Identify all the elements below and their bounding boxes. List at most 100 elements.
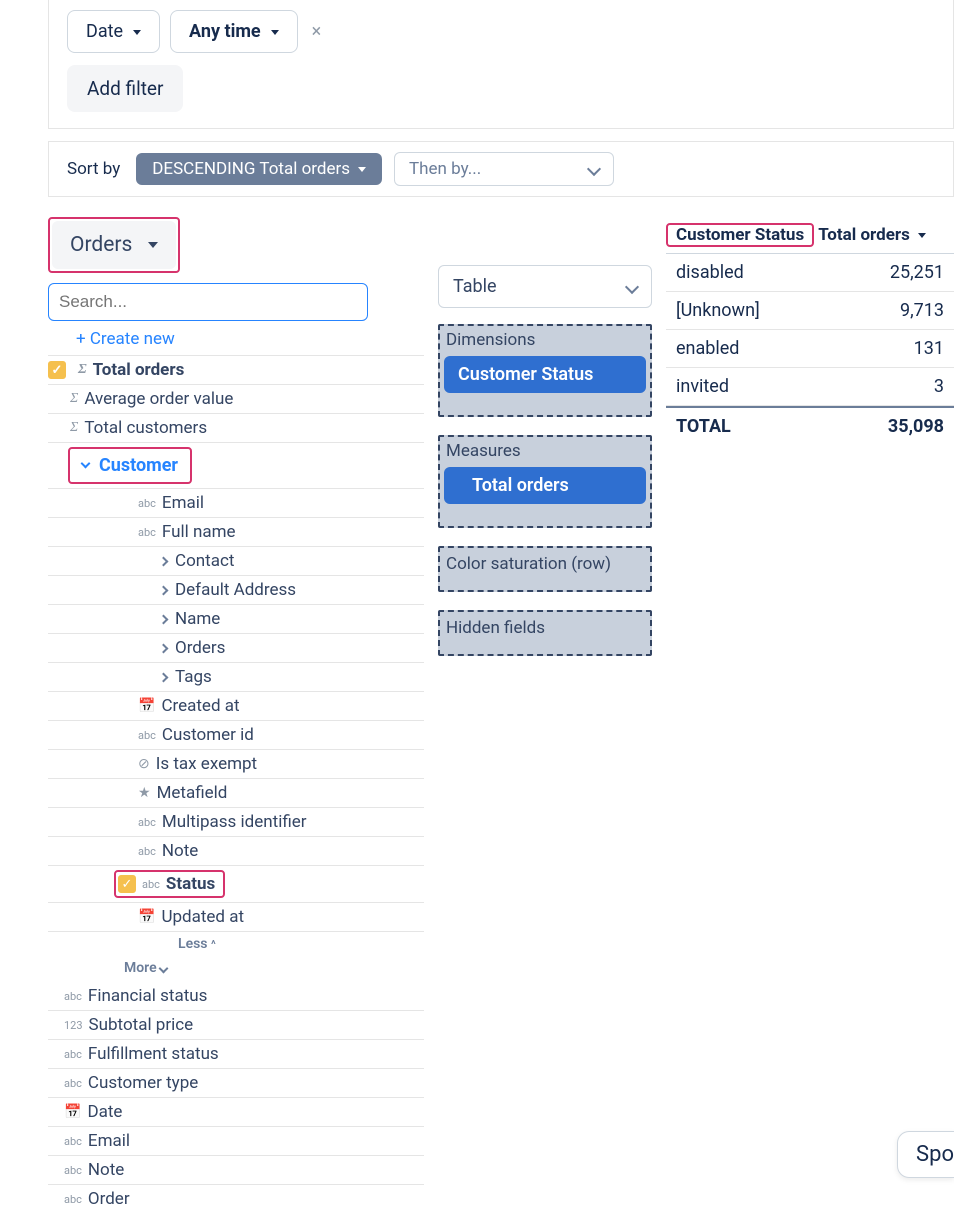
search-input[interactable] xyxy=(48,283,368,321)
field-row[interactable]: 📅 Date xyxy=(48,1098,424,1127)
chevron-right-icon xyxy=(159,672,169,682)
field-row[interactable]: 📅 Updated at xyxy=(48,903,424,932)
less-toggle[interactable]: Less ^ xyxy=(48,932,424,956)
color-dropzone[interactable]: Color saturation (row) xyxy=(438,546,652,592)
subgroup-row[interactable]: Default Address xyxy=(48,576,424,605)
field-label: Email xyxy=(88,1131,130,1151)
checkbox-icon[interactable]: ✓ xyxy=(118,875,136,893)
calendar-icon: 📅 xyxy=(138,909,155,925)
table-total-row: TOTAL 35,098 xyxy=(666,406,954,445)
sort-label: Sort by xyxy=(67,159,120,179)
sort-then-placeholder: Then by... xyxy=(409,159,481,179)
field-row[interactable]: abc Email xyxy=(48,1127,424,1156)
field-row[interactable]: abc Order xyxy=(48,1185,424,1213)
caret-down-icon xyxy=(142,233,158,257)
subgroup-label: Default Address xyxy=(175,580,296,600)
status-field-row[interactable]: ✓ abc Status xyxy=(48,866,424,903)
field-row[interactable]: abc Note xyxy=(48,837,424,866)
create-new-link[interactable]: + Create new xyxy=(48,321,424,355)
customer-section-row[interactable]: Customer xyxy=(48,443,424,489)
cell-value: 131 xyxy=(914,338,944,359)
config-column: Table Dimensions Customer Status Measure… xyxy=(438,217,652,1213)
customer-header[interactable]: Customer xyxy=(70,449,190,482)
caret-down-icon xyxy=(129,21,141,42)
field-label: Metafield xyxy=(157,783,228,803)
caret-down-icon xyxy=(267,21,279,42)
hidden-dropzone[interactable]: Hidden fields xyxy=(438,610,652,656)
data-source-button[interactable]: Orders xyxy=(52,221,176,269)
field-row[interactable]: Σ Total customers xyxy=(48,414,424,443)
filter-anytime-chip[interactable]: Any time xyxy=(170,10,298,53)
dropzone-title: Dimensions xyxy=(442,328,648,354)
field-label: Financial status xyxy=(88,986,207,1006)
results-header: Customer Status Total orders xyxy=(666,217,954,254)
sort-then-select[interactable]: Then by... xyxy=(394,152,614,186)
field-label: Note xyxy=(88,1160,124,1180)
field-row[interactable]: abc Customer id xyxy=(48,721,424,750)
field-row[interactable]: abc Fulfillment status xyxy=(48,1040,424,1069)
field-row[interactable]: abc Full name xyxy=(48,518,424,547)
dimensions-dropzone[interactable]: Dimensions Customer Status xyxy=(438,324,652,417)
total-value: 35,098 xyxy=(888,416,944,437)
field-row[interactable]: 123 Subtotal price xyxy=(48,1011,424,1040)
checkbox-icon[interactable]: ✓ xyxy=(48,361,66,379)
field-label: Average order value xyxy=(84,389,233,409)
chevron-right-icon xyxy=(159,614,169,624)
cell-key: [Unknown] xyxy=(676,300,760,321)
more-toggle[interactable]: More xyxy=(48,956,424,980)
sort-primary-pill[interactable]: DESCENDING Total orders xyxy=(136,153,382,185)
highlight-box: Customer Status xyxy=(666,223,814,247)
field-row[interactable]: Σ Average order value xyxy=(48,385,424,414)
filter-date-chip[interactable]: Date xyxy=(67,10,160,53)
table-row: invited 3 xyxy=(666,368,954,406)
field-row[interactable]: 📅 Created at xyxy=(48,692,424,721)
field-label: Email xyxy=(162,493,204,513)
text-type-icon: abc xyxy=(138,816,156,829)
subgroup-row[interactable]: Tags xyxy=(48,663,424,692)
floating-button[interactable]: Spo xyxy=(897,1131,954,1178)
subgroup-row[interactable]: Contact xyxy=(48,547,424,576)
field-row[interactable]: ✓ Σ Total orders xyxy=(48,356,424,385)
field-label: Updated at xyxy=(161,907,244,927)
remove-filter-icon[interactable]: × xyxy=(308,21,326,42)
filter-row: Date Any time × xyxy=(67,10,935,53)
column-header-total[interactable]: Total orders xyxy=(814,217,932,253)
table-row: enabled 131 xyxy=(666,330,954,368)
sigma-icon: Σ xyxy=(70,420,78,436)
sort-caret-icon xyxy=(914,225,926,245)
text-type-icon: abc xyxy=(64,1193,82,1206)
field-row[interactable]: ⊘ Is tax exempt xyxy=(48,750,424,779)
star-icon: ★ xyxy=(138,785,151,801)
field-row[interactable]: abc Financial status xyxy=(48,982,424,1011)
subgroup-label: Contact xyxy=(175,551,234,571)
field-row[interactable]: abc Customer type xyxy=(48,1069,424,1098)
visualization-select[interactable]: Table xyxy=(438,265,652,308)
dimension-pill[interactable]: Customer Status xyxy=(444,356,646,393)
subgroup-row[interactable]: Name xyxy=(48,605,424,634)
measures-list: ✓ Σ Total orders Σ Average order value Σ… xyxy=(48,355,424,1213)
field-row[interactable]: abc Note xyxy=(48,1156,424,1185)
field-label: Is tax exempt xyxy=(156,754,257,774)
measure-pill[interactable]: Total orders xyxy=(444,467,646,504)
highlight-box: Orders xyxy=(48,217,180,273)
caret-down-icon xyxy=(354,159,366,179)
field-row[interactable]: abc Multipass identifier xyxy=(48,808,424,837)
column-header-status[interactable]: Customer Status xyxy=(668,219,812,251)
add-filter-button[interactable]: Add filter xyxy=(67,65,183,112)
text-type-icon: abc xyxy=(64,1048,82,1061)
results-table: Customer Status Total orders disabled 25… xyxy=(666,217,954,1213)
cell-key: disabled xyxy=(676,262,744,283)
field-label: Total customers xyxy=(84,418,207,438)
calendar-icon: 📅 xyxy=(138,698,155,714)
field-row[interactable]: ★ Metafield xyxy=(48,779,424,808)
chevron-right-icon xyxy=(159,643,169,653)
field-label: Order xyxy=(88,1189,130,1209)
order-fields: abc Financial status 123 Subtotal price … xyxy=(48,982,424,1213)
field-label: Date xyxy=(87,1102,122,1122)
measures-dropzone[interactable]: Measures Total orders xyxy=(438,435,652,528)
highlight-box: ✓ abc Status xyxy=(114,870,225,898)
status-field[interactable]: ✓ abc Status xyxy=(116,872,223,896)
subgroup-row[interactable]: Orders xyxy=(48,634,424,663)
field-row[interactable]: abc Email xyxy=(48,489,424,518)
field-label: Customer type xyxy=(88,1073,198,1093)
